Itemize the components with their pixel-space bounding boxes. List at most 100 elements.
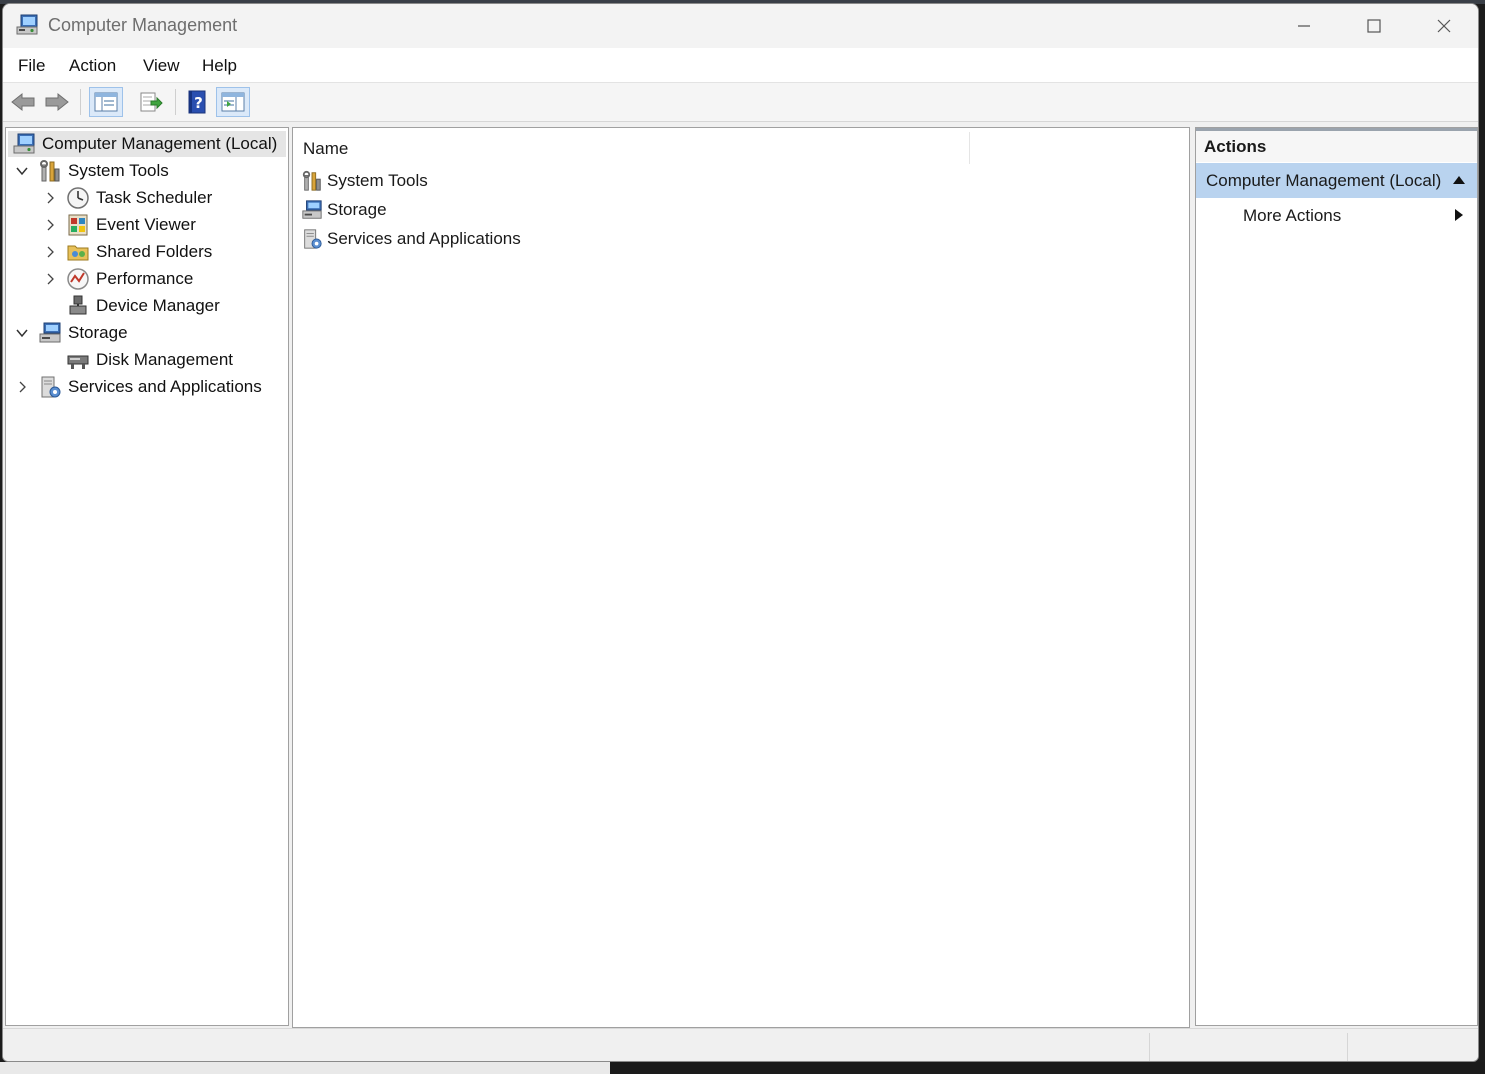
menu-help[interactable]: Help: [202, 56, 237, 76]
show-hide-action-pane-button[interactable]: [216, 87, 250, 117]
computer-management-window: Computer Management File Action View Hel…: [2, 3, 1479, 1062]
list-item[interactable]: System Tools: [301, 168, 428, 194]
tree-item-label: Event Viewer: [96, 215, 196, 234]
toolbar-separator: [80, 89, 81, 115]
tree-item-label: Task Scheduler: [96, 188, 213, 207]
toolbar-separator: [175, 89, 176, 115]
menu-file[interactable]: File: [18, 56, 45, 76]
tree-item-disk-management[interactable]: Disk Management: [42, 347, 233, 373]
tree-item-services-and-applications[interactable]: Services and Applications: [14, 374, 262, 400]
list-item[interactable]: Services and Applications: [301, 226, 521, 252]
export-list-icon: [140, 92, 163, 112]
forward-arrow-icon: [45, 92, 69, 112]
expand-chevron[interactable]: [42, 244, 58, 260]
status-separator: [1149, 1033, 1150, 1061]
actions-section-computer-management[interactable]: Computer Management (Local): [1196, 163, 1477, 198]
show-hide-action-pane-icon: [221, 92, 245, 112]
system-tools-icon: [302, 170, 321, 191]
tree-item-shared-folders[interactable]: Shared Folders: [42, 239, 212, 265]
tree-item-task-scheduler[interactable]: Task Scheduler: [42, 185, 212, 211]
tree-item-label: Storage: [68, 323, 128, 342]
show-hide-console-tree-icon: [94, 92, 118, 112]
actions-pane: Actions Computer Management (Local) More…: [1195, 127, 1478, 1026]
collapse-triangle-icon: [1453, 176, 1465, 184]
close-button[interactable]: [1409, 4, 1478, 48]
results-list-pane[interactable]: Name System Tools Storage Services and A…: [292, 127, 1190, 1028]
chevron-right-icon: [47, 192, 54, 204]
list-item[interactable]: Storage: [301, 197, 387, 223]
list-header: Name: [293, 128, 1189, 166]
column-separator[interactable]: [969, 132, 970, 164]
computer-management-icon: [13, 133, 35, 154]
actions-header: Actions: [1196, 128, 1477, 162]
tree-item-label: Device Manager: [96, 296, 220, 315]
shared-folder-icon: [67, 245, 89, 261]
performance-icon: [67, 268, 89, 290]
back-arrow-icon: [11, 92, 35, 112]
help-button[interactable]: ?: [181, 87, 213, 117]
maximize-icon: [1367, 19, 1381, 33]
submenu-arrow-icon: [1455, 209, 1463, 221]
minimize-button[interactable]: [1269, 4, 1339, 48]
storage-icon: [39, 322, 61, 343]
expand-chevron[interactable]: [42, 190, 58, 206]
chevron-down-icon: [16, 167, 28, 176]
tree-item-storage[interactable]: Storage: [14, 320, 128, 346]
menu-action[interactable]: Action: [69, 56, 116, 76]
menu-bar: File Action View Help: [3, 48, 1478, 83]
expand-chevron[interactable]: [42, 217, 58, 233]
tree-item-label: Performance: [96, 269, 194, 288]
forward-button[interactable]: [41, 87, 73, 117]
chevron-right-icon: [47, 246, 54, 258]
tree-item-label: System Tools: [68, 161, 169, 180]
tree-item-label: Computer Management (Local): [42, 134, 278, 153]
tree-item-device-manager[interactable]: Device Manager: [42, 293, 220, 319]
tree-item-label: Disk Management: [96, 350, 234, 369]
services-applications-icon: [304, 229, 322, 249]
list-item-label: Services and Applications: [327, 229, 521, 248]
expand-chevron[interactable]: [14, 379, 30, 395]
back-button[interactable]: [7, 87, 39, 117]
more-actions-item[interactable]: More Actions: [1196, 200, 1477, 232]
toolbar: ?: [3, 83, 1478, 122]
title-bar[interactable]: Computer Management: [3, 4, 1478, 48]
expand-chevron[interactable]: [42, 271, 58, 287]
status-bar: [3, 1028, 1478, 1061]
tree-item-system-tools[interactable]: System Tools: [14, 158, 169, 184]
minimize-icon: [1298, 25, 1310, 27]
list-item-label: System Tools: [327, 171, 428, 190]
tree-item-label: Services and Applications: [68, 377, 262, 396]
console-tree-pane[interactable]: Computer Management (Local) System Tools: [5, 127, 289, 1026]
tree-item-performance[interactable]: Performance: [42, 266, 193, 292]
device-manager-icon: [69, 295, 87, 315]
chevron-right-icon: [47, 219, 54, 231]
list-item-label: Storage: [327, 200, 387, 219]
close-icon: [1437, 19, 1451, 33]
menu-view[interactable]: View: [143, 56, 180, 76]
svg-text:?: ?: [194, 94, 203, 112]
collapse-chevron[interactable]: [14, 325, 30, 341]
services-applications-icon: [41, 376, 61, 398]
background-window-edge: [0, 1062, 610, 1074]
more-actions-label: More Actions: [1243, 206, 1342, 225]
maximize-button[interactable]: [1339, 4, 1409, 48]
status-separator: [1347, 1033, 1348, 1061]
computer-management-icon: [16, 14, 38, 35]
disk-management-icon: [67, 355, 89, 369]
tree-item-computer-management-local[interactable]: Computer Management (Local): [8, 131, 286, 157]
chevron-down-icon: [16, 329, 28, 338]
help-icon: ?: [188, 90, 206, 114]
collapse-chevron[interactable]: [14, 163, 30, 179]
chevron-right-icon: [19, 381, 26, 393]
export-list-button[interactable]: [135, 87, 167, 117]
actions-section-label: Computer Management (Local): [1206, 171, 1442, 190]
show-hide-console-tree-button[interactable]: [89, 87, 123, 117]
storage-icon: [302, 200, 322, 219]
event-viewer-icon: [68, 214, 88, 236]
tree-item-label: Shared Folders: [96, 242, 213, 261]
column-header-name[interactable]: Name: [303, 139, 348, 159]
tree-item-event-viewer[interactable]: Event Viewer: [42, 212, 196, 238]
chevron-right-icon: [47, 273, 54, 285]
window-title: Computer Management: [48, 15, 238, 35]
system-tools-icon: [40, 160, 60, 182]
